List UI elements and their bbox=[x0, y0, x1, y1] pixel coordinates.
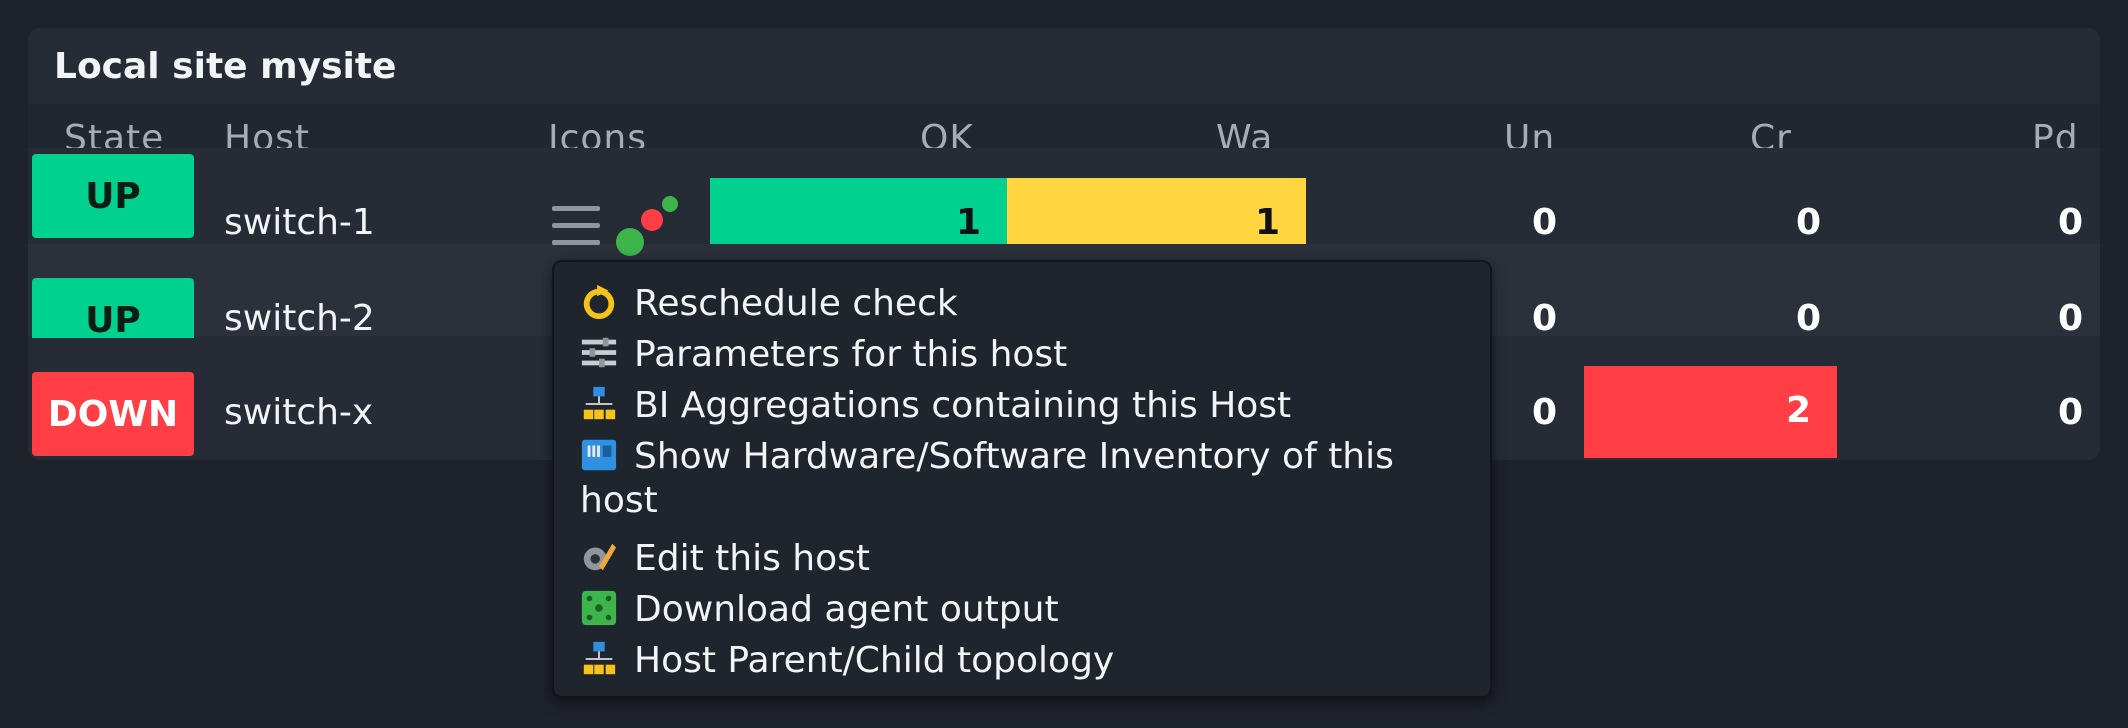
state-badge: DOWN bbox=[32, 372, 194, 456]
host-link[interactable]: switch-2 bbox=[224, 298, 375, 339]
menu-item-download-agent-output[interactable]: Download agent output bbox=[580, 588, 1470, 632]
menu-item-edit-host[interactable]: Edit this host bbox=[580, 537, 1470, 581]
panel-title: Local site mysite bbox=[54, 46, 397, 87]
host-status-dots-icon[interactable] bbox=[612, 190, 682, 260]
bi-aggregation-icon bbox=[583, 386, 616, 420]
inventory-icon bbox=[581, 439, 617, 471]
unknown-count[interactable]: 0 bbox=[1532, 298, 1557, 339]
table-row: UP switch-1 1 1 0 0 0 bbox=[28, 148, 2100, 270]
pending-count[interactable]: 0 bbox=[2058, 392, 2083, 433]
menu-item-reschedule[interactable]: Reschedule check bbox=[580, 282, 1470, 326]
crit-count[interactable]: 0 bbox=[1796, 202, 1821, 243]
menu-item-inventory[interactable]: Show Hardware/Software Inventory of this… bbox=[580, 435, 1470, 523]
host-context-menu: Reschedule check Parameters for this hos… bbox=[552, 260, 1492, 698]
menu-item-bi-aggregations[interactable]: BI Aggregations containing this Host bbox=[580, 384, 1470, 428]
pending-count[interactable]: 0 bbox=[2058, 298, 2083, 339]
unknown-count[interactable]: 0 bbox=[1532, 392, 1557, 433]
pending-count[interactable]: 0 bbox=[2058, 202, 2083, 243]
host-link[interactable]: switch-1 bbox=[224, 202, 375, 243]
reschedule-icon bbox=[583, 284, 615, 320]
crit-count[interactable]: 0 bbox=[1796, 298, 1821, 339]
crit-cell: 2 bbox=[1584, 366, 1837, 458]
hamburger-menu-icon[interactable] bbox=[552, 206, 600, 246]
crit-count[interactable]: 2 bbox=[1786, 390, 1811, 431]
unknown-count[interactable]: 0 bbox=[1532, 202, 1557, 243]
edit-host-icon bbox=[583, 543, 617, 571]
menu-item-topology[interactable]: Host Parent/Child topology bbox=[580, 639, 1470, 683]
parameters-icon bbox=[581, 337, 617, 368]
warn-count[interactable]: 1 bbox=[1255, 202, 1280, 243]
state-badge: UP bbox=[32, 154, 194, 238]
host-link[interactable]: switch-x bbox=[224, 392, 373, 433]
ok-count[interactable]: 1 bbox=[956, 202, 981, 243]
topology-icon bbox=[583, 641, 616, 675]
agent-output-icon bbox=[581, 590, 617, 626]
menu-item-parameters[interactable]: Parameters for this host bbox=[580, 333, 1470, 377]
